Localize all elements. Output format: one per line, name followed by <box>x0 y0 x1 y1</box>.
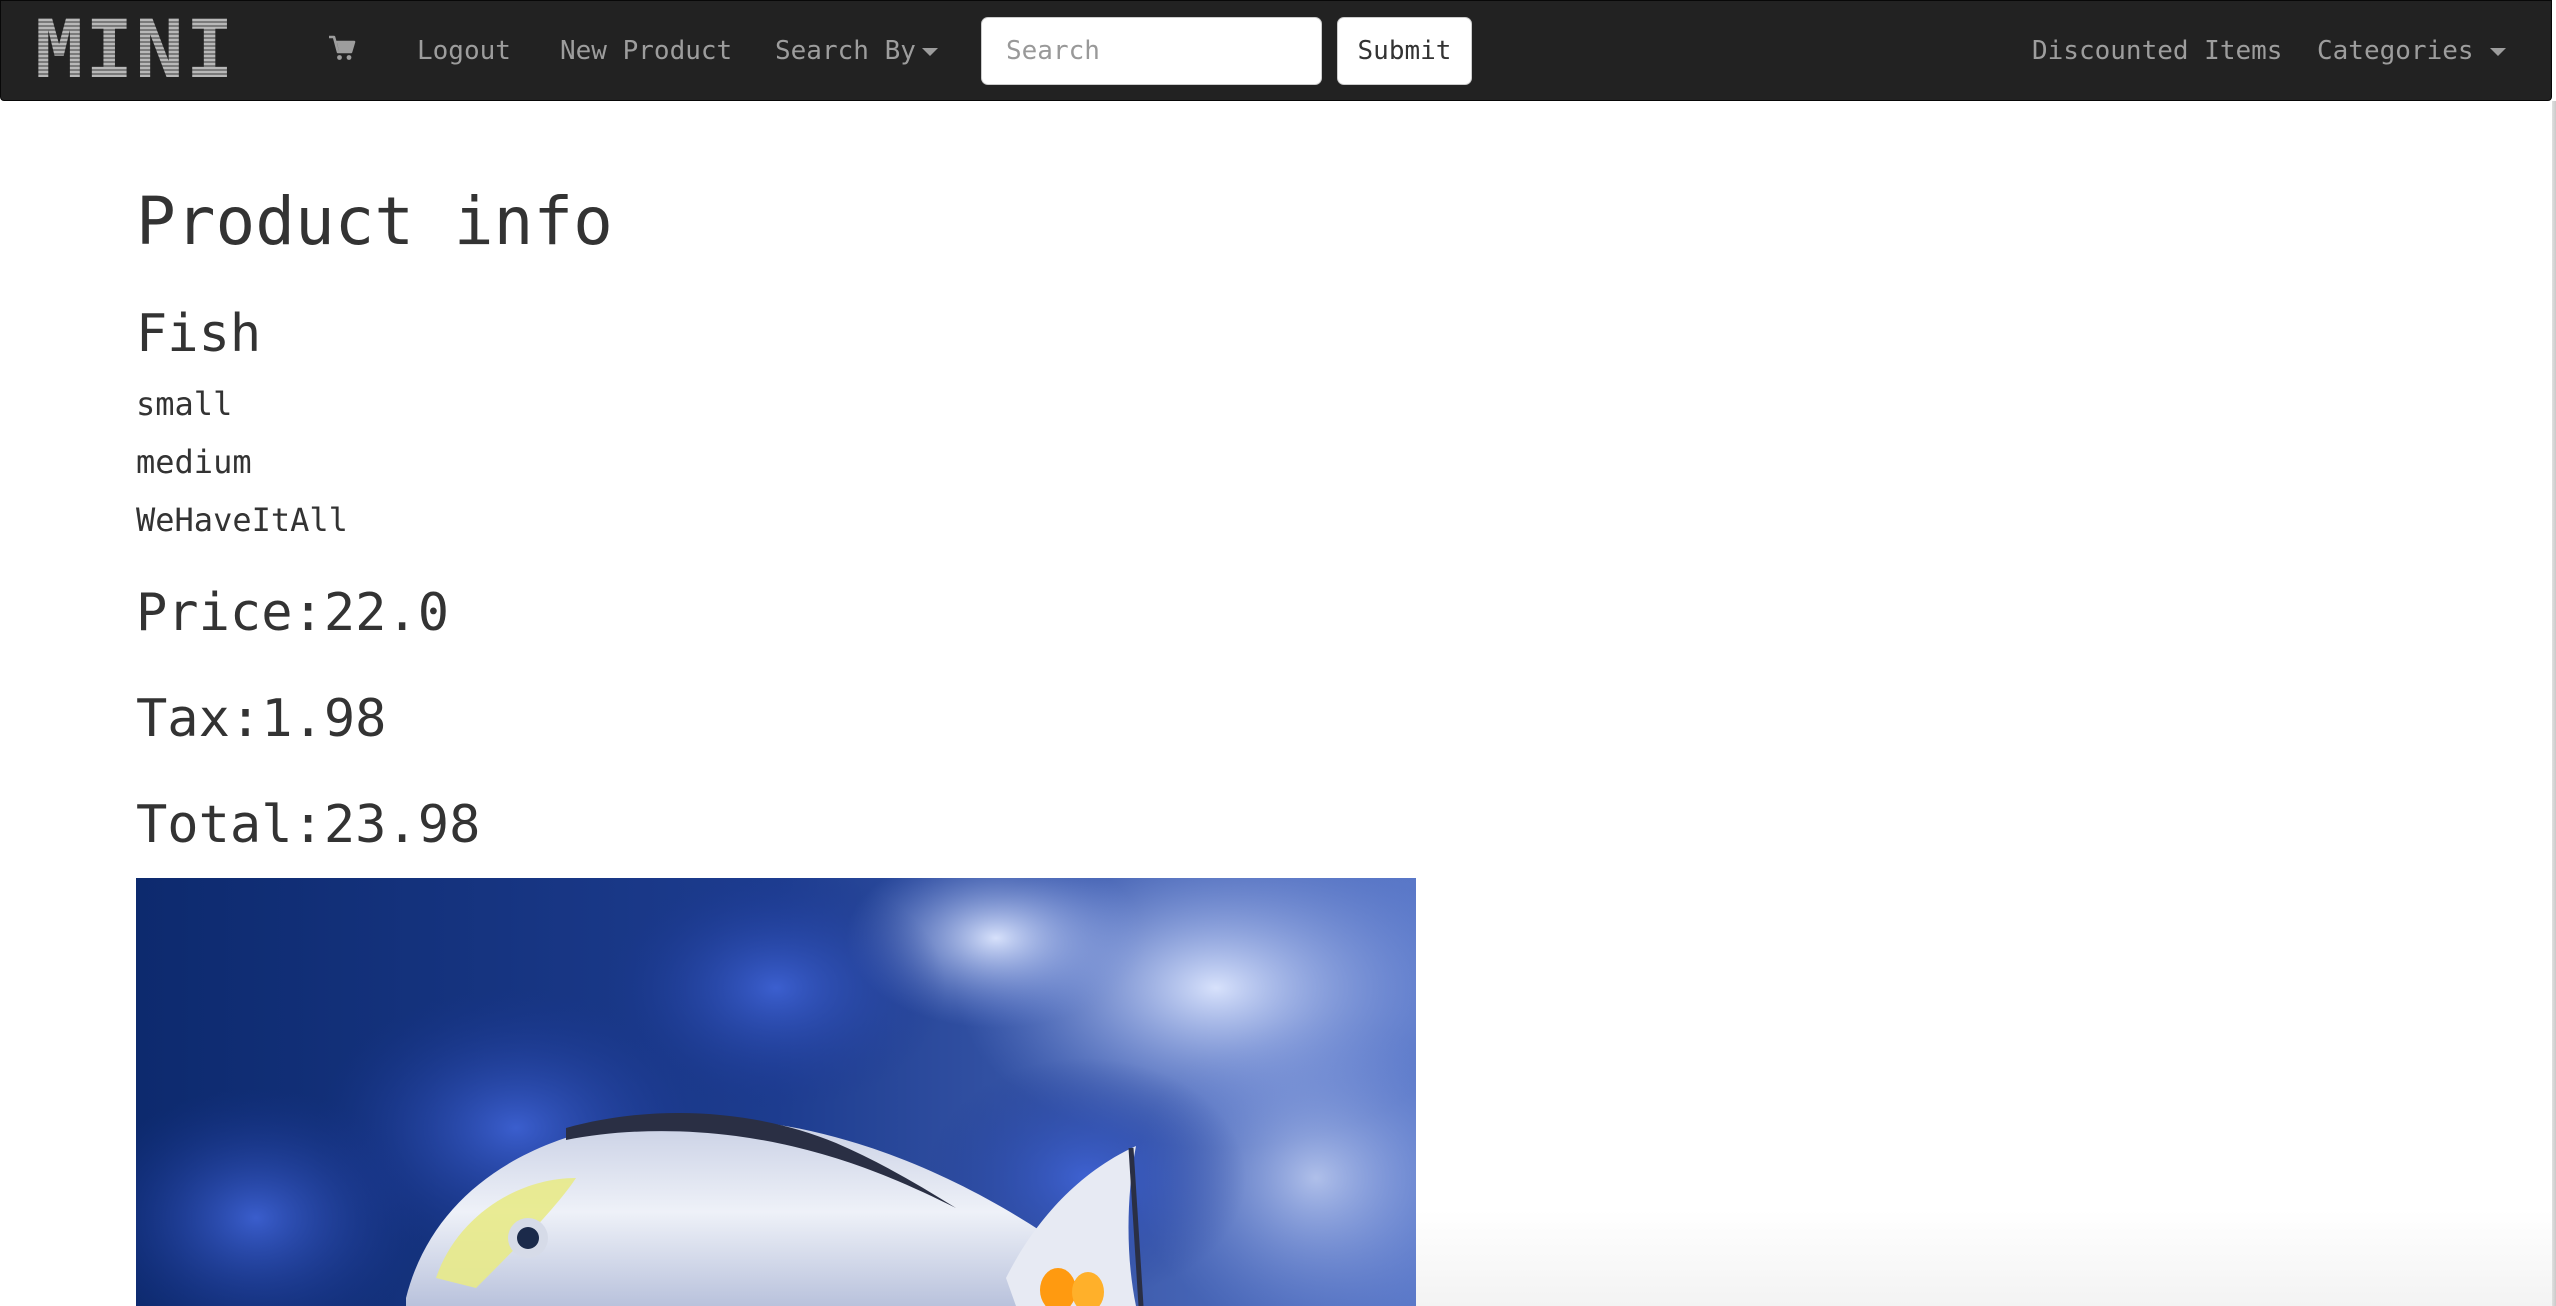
search-input[interactable] <box>981 17 1322 85</box>
page-title: Product info <box>136 183 613 260</box>
product-size-small: small <box>136 385 233 423</box>
search-by-dropdown[interactable]: Search By <box>775 1 938 102</box>
product-vendor: WeHaveItAll <box>136 501 348 539</box>
categories-label: Categories <box>2317 36 2474 66</box>
submit-button[interactable]: Submit <box>1337 17 1472 85</box>
brand-logo[interactable]: MINI <box>35 10 236 90</box>
top-navbar: MINI Logout New Product Search By Submit… <box>0 0 2552 101</box>
new-product-link[interactable]: New Product <box>560 1 732 102</box>
chevron-down-icon <box>921 47 938 56</box>
categories-dropdown[interactable]: Categories <box>2317 1 2506 102</box>
discounted-items-link[interactable]: Discounted Items <box>2032 1 2282 102</box>
page-shadow <box>1416 1210 2556 1306</box>
shopping-cart-icon[interactable] <box>327 33 357 63</box>
window-edge <box>2552 101 2556 1306</box>
product-total: Total:23.98 <box>136 795 481 855</box>
product-name: Fish <box>136 304 262 364</box>
search-by-label: Search By <box>775 36 916 66</box>
product-price: Price:22.0 <box>136 583 450 643</box>
chevron-down-icon <box>2489 47 2506 56</box>
product-tax: Tax:1.98 <box>136 689 387 749</box>
product-image <box>136 878 1416 1306</box>
product-size-medium: medium <box>136 443 252 481</box>
logout-link[interactable]: Logout <box>417 1 511 102</box>
